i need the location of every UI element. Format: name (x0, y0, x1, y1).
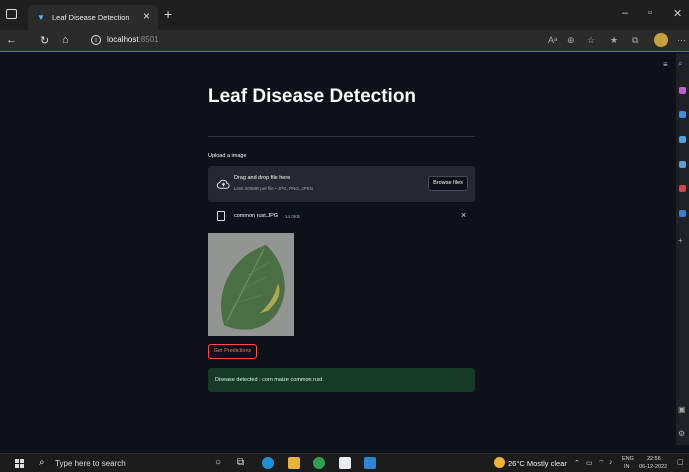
uploaded-leaf-image (208, 233, 294, 336)
dropzone-instructions: Drag and drop file here (234, 175, 291, 181)
title-divider (208, 136, 475, 137)
url-host: localhost (107, 35, 139, 44)
read-aloud-icon[interactable]: Aᵃ (548, 35, 557, 45)
close-window-button[interactable]: ✕ (673, 7, 682, 20)
sidebar-toggle-icon[interactable]: ▣ (678, 405, 686, 414)
zoom-icon[interactable]: ⊕ (567, 35, 575, 46)
uploaded-file-row: common rust.JPG 14.0KB × (208, 208, 475, 226)
office-icon[interactable] (679, 185, 686, 192)
weather-status[interactable]: 26°C Mostly clear (508, 459, 567, 468)
browse-files-button[interactable]: Browse files (428, 176, 468, 191)
success-alert: Disease detected : corn maize common rus… (208, 368, 475, 392)
discover-icon[interactable] (679, 87, 686, 94)
get-predictions-button[interactable]: Get Predictions (208, 344, 257, 359)
minimize-button[interactable]: – (622, 7, 628, 19)
url-port: :8501 (138, 35, 159, 44)
url-field[interactable]: localhost:8501 (107, 35, 159, 44)
page-title: Leaf Disease Detection (208, 86, 417, 107)
screen: ▼ Leaf Disease Detection × + – ▫ ✕ ← ↻ ⌂… (0, 0, 689, 472)
notifications-icon[interactable]: ▢ (677, 458, 684, 466)
profile-avatar[interactable] (654, 33, 668, 47)
info-icon[interactable]: i (91, 35, 101, 45)
back-arrow-icon[interactable]: ← (6, 34, 17, 46)
streamlit-favicon-icon: ▼ (37, 13, 45, 22)
clock-time[interactable]: 22:56 (647, 456, 661, 462)
sidebar-settings-icon[interactable]: ⚙ (678, 429, 685, 438)
browser-tab-bar: ▼ Leaf Disease Detection × + – ▫ ✕ (0, 0, 689, 30)
photos-taskbar-icon[interactable] (339, 457, 351, 469)
remove-file-icon[interactable]: × (461, 210, 466, 220)
add-sidebar-app-icon[interactable]: + (678, 236, 683, 245)
task-view-icon[interactable]: ⧉ (237, 457, 244, 468)
taskbar-search-icon: ⌕ (39, 457, 45, 468)
more-menu-icon[interactable]: ··· (677, 35, 686, 45)
vscode-taskbar-icon[interactable] (364, 457, 376, 469)
search-sidebar-icon[interactable]: ⌕ (678, 59, 682, 69)
file-icon (217, 211, 225, 221)
games-icon[interactable] (679, 161, 686, 168)
battery-icon[interactable]: ▭ (586, 459, 593, 467)
restore-button[interactable]: ▫ (648, 7, 652, 19)
dropzone-limit: Limit 200MB per file • JPG, PNG, JPEG (234, 186, 314, 191)
prediction-result: Disease detected : corn maize common rus… (215, 377, 323, 383)
uploaded-file-name: common rust.JPG (234, 213, 279, 219)
edge-sidebar: ⌕ + ▣ ⚙ (676, 53, 689, 445)
home-icon[interactable]: ⌂ (62, 34, 69, 46)
collections-icon[interactable]: ⧉ (632, 35, 638, 46)
taskbar-search-field[interactable]: Type here to search (55, 459, 126, 468)
clock-date: 06-12-2022 (639, 464, 668, 470)
volume-icon[interactable]: ♪ (609, 459, 613, 466)
cortana-icon[interactable]: ○ (215, 457, 221, 468)
favorite-star-icon[interactable]: ☆ (587, 35, 595, 46)
chrome-taskbar-icon[interactable] (313, 457, 325, 469)
hamburger-menu-icon[interactable]: ≡ (663, 60, 668, 69)
tab-title: Leaf Disease Detection (52, 13, 130, 22)
new-tab-button[interactable]: + (164, 6, 172, 22)
outlook-icon[interactable] (679, 210, 686, 217)
file-explorer-icon[interactable] (288, 457, 300, 469)
file-dropzone[interactable]: Drag and drop file here Limit 200MB per … (208, 166, 475, 202)
windows-taskbar: ⌕ Type here to search ○ ⧉ 26°C Mostly cl… (0, 453, 689, 472)
edge-taskbar-icon[interactable] (262, 457, 274, 469)
region-code: IN (624, 464, 630, 470)
refresh-icon[interactable]: ↻ (40, 34, 49, 47)
language-code[interactable]: ENG (622, 456, 634, 462)
tab-actions-icon[interactable] (6, 9, 17, 19)
cloud-upload-icon (216, 179, 230, 189)
tools-icon[interactable] (679, 136, 686, 143)
streamlit-page: ≡ Leaf Disease Detection Upload a image … (0, 53, 676, 445)
uploaded-file-size: 14.0KB (285, 214, 300, 219)
tab-leaf-disease-detection[interactable]: ▼ Leaf Disease Detection × (28, 5, 158, 30)
windows-start-icon[interactable] (15, 459, 24, 468)
address-bar: ← ↻ ⌂ i localhost:8501 Aᵃ ⊕ ☆ ★ ⧉ ··· (0, 30, 689, 52)
uploader-label: Upload a image (208, 153, 247, 159)
shopping-icon[interactable] (679, 111, 686, 118)
leaf-illustration (208, 233, 294, 336)
weather-icon[interactable] (494, 457, 505, 468)
network-icon[interactable]: ⌔ (598, 459, 605, 468)
favorites-icon[interactable]: ★ (610, 35, 618, 46)
tab-close-icon[interactable]: × (143, 9, 150, 23)
tray-chevron-icon[interactable]: ⌃ (574, 459, 580, 467)
